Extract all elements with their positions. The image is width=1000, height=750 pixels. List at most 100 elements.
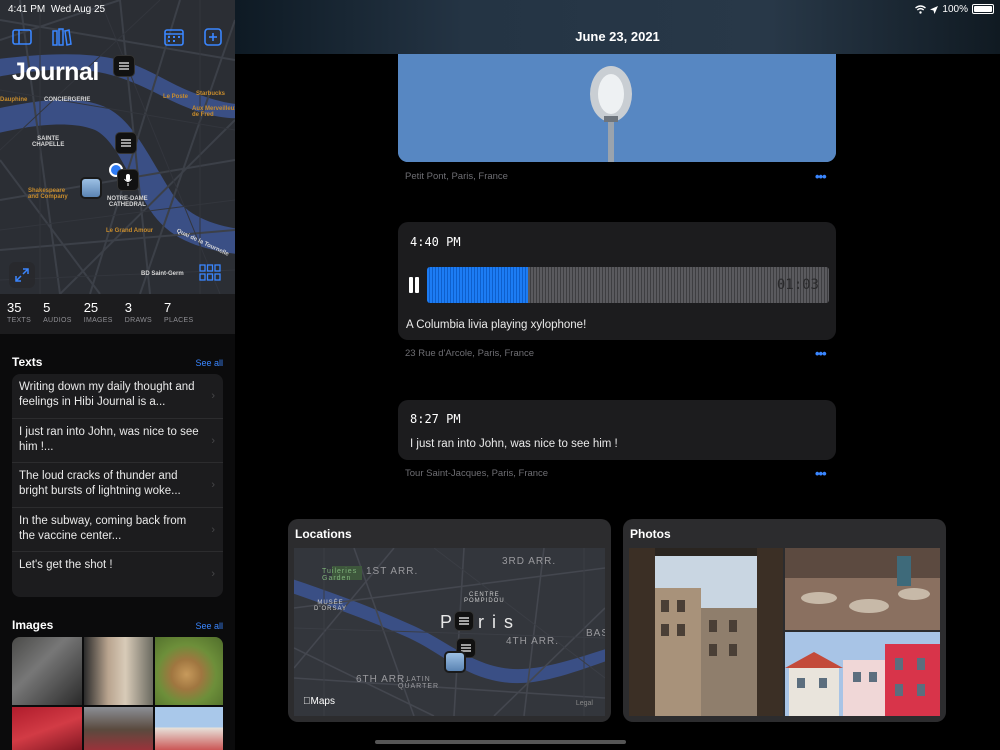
map-legal-link[interactable]: Legal xyxy=(576,700,593,707)
date-title: June 23, 2021 xyxy=(575,29,660,44)
photo-entry-card[interactable] xyxy=(398,54,836,162)
entry-time: 8:27 PM xyxy=(410,412,461,426)
entry-text: I just ran into John, was nice to see hi… xyxy=(410,438,618,450)
map-label: CONCIERGERIE xyxy=(44,97,91,103)
microphone-pin-icon[interactable] xyxy=(117,169,139,191)
image-thumbnail[interactable] xyxy=(84,637,153,705)
chevron-right-icon: › xyxy=(211,568,215,580)
map-label: SAINTE CHAPELLE xyxy=(32,136,65,148)
chevron-right-icon: › xyxy=(211,390,215,402)
map-label: Dauphine xyxy=(0,97,28,103)
expand-icon xyxy=(15,268,29,282)
texts-section-header: Texts See all xyxy=(12,355,223,369)
map-label: 3RD ARR. xyxy=(502,556,557,567)
stat-texts[interactable]: 35 TEXTS xyxy=(7,294,31,334)
map-label: MUSÉE D'ORSAY xyxy=(314,600,348,612)
list-item[interactable]: Writing down my daily thought and feelin… xyxy=(12,374,223,419)
map-label: CENTRE POMPIDOU xyxy=(464,592,505,604)
images-section-title: Images xyxy=(12,618,54,632)
texts-list: Writing down my daily thought and feelin… xyxy=(12,374,223,597)
pause-icon[interactable] xyxy=(408,277,420,293)
wifi-icon xyxy=(915,5,927,14)
sidebar-map[interactable]: CONCIERGERIE SAINTE CHAPELLE NOTRE-DAME … xyxy=(0,0,235,294)
photo-pin-icon[interactable] xyxy=(444,651,466,673)
images-see-all-link[interactable]: See all xyxy=(195,621,223,631)
map-label: Starbucks xyxy=(196,91,226,97)
text-entry-card[interactable]: 8:27 PM I just ran into John, was nice t… xyxy=(398,400,836,460)
status-bar: 4:41 PM Wed Aug 25 100% xyxy=(0,0,1000,18)
audio-duration: 01:03 xyxy=(776,277,819,293)
map-label: Tuileries Garden xyxy=(322,568,358,582)
texts-see-all-link[interactable]: See all xyxy=(195,358,223,368)
more-options-button[interactable]: ••• xyxy=(815,169,827,184)
locations-widget-title: Locations xyxy=(295,527,352,541)
map-label: Le Poste xyxy=(163,94,189,100)
stat-audios[interactable]: 5 AUDIOS xyxy=(43,294,72,334)
more-options-button[interactable]: ••• xyxy=(815,466,827,481)
chevron-right-icon: › xyxy=(211,434,215,447)
status-time: 4:41 PM Wed Aug 25 xyxy=(8,4,106,15)
map-city-label: Paris xyxy=(440,612,522,632)
expand-map-button[interactable] xyxy=(9,262,35,288)
map-label: 4TH ARR. xyxy=(506,636,560,647)
street-lamp-photo xyxy=(398,54,836,162)
image-thumbnail[interactable] xyxy=(84,707,153,750)
entry-time: 4:40 PM xyxy=(410,235,461,249)
text-pin-icon[interactable] xyxy=(115,132,137,154)
status-indicators: 100% xyxy=(915,4,968,15)
map-label: 1ST ARR. xyxy=(366,566,419,577)
audio-caption: A Columbia livia playing xylophone! xyxy=(406,319,587,331)
battery-percent: 100% xyxy=(942,4,968,15)
map-label: BAS xyxy=(586,628,605,639)
locations-widget[interactable]: Locations 1ST ARR. 3RD ARR. 4TH ARR. 6TH… xyxy=(288,519,611,722)
stat-places[interactable]: 7 PLACES xyxy=(164,294,193,334)
stats-bar: 35 TEXTS 5 AUDIOS 25 IMAGES 3 DRAWS 7 PLACES xyxy=(0,294,235,334)
calendar-icon[interactable] xyxy=(164,28,184,46)
photos-collage xyxy=(629,548,940,716)
library-icon[interactable] xyxy=(52,28,72,46)
texts-section-title: Texts xyxy=(12,355,43,369)
apple-maps-brand: Maps xyxy=(303,696,335,707)
map-label: Aux Merveilleux de Fred xyxy=(192,106,235,118)
list-item[interactable]: I just ran into John, was nice to see hi… xyxy=(12,419,223,463)
map-label: BD Saint-Germ xyxy=(141,271,184,277)
sidebar: CONCIERGERIE SAINTE CHAPELLE NOTRE-DAME … xyxy=(0,0,235,750)
more-options-button[interactable]: ••• xyxy=(815,346,827,361)
stat-draws[interactable]: 3 DRAWS xyxy=(125,294,152,334)
photo-pin-icon[interactable] xyxy=(80,177,102,199)
photos-grid xyxy=(629,548,940,716)
image-thumbnail[interactable] xyxy=(12,637,82,705)
add-entry-icon[interactable] xyxy=(204,28,224,46)
list-item[interactable]: The loud cracks of thunder and bright bu… xyxy=(12,463,223,508)
map-label: LATIN QUARTER xyxy=(398,676,440,690)
entry-location: 23 Rue d'Arcole, Paris, France xyxy=(405,348,535,359)
grid-view-icon[interactable] xyxy=(199,264,221,282)
text-pin-icon[interactable] xyxy=(454,611,474,631)
map-label: Le Grand Amour xyxy=(106,228,154,234)
sidebar-toggle-icon[interactable] xyxy=(12,28,32,46)
map-label: NOTRE-DAME CATHEDRAL xyxy=(107,196,148,208)
photos-widget-title: Photos xyxy=(630,527,671,541)
images-section-header: Images See all xyxy=(12,618,223,632)
text-pin-icon[interactable] xyxy=(113,55,135,77)
image-thumbnail[interactable] xyxy=(155,637,223,705)
stat-images[interactable]: 25 IMAGES xyxy=(84,294,113,334)
entry-location: Tour Saint-Jacques, Paris, France xyxy=(405,468,549,479)
images-grid xyxy=(12,637,223,750)
map-label: Shakespeare and Company xyxy=(28,188,68,200)
home-indicator[interactable] xyxy=(375,740,626,744)
image-thumbnail[interactable] xyxy=(155,707,223,750)
locations-map[interactable]: 1ST ARR. 3RD ARR. 4TH ARR. 6TH ARR. LATI… xyxy=(294,548,605,716)
location-arrow-icon xyxy=(930,5,939,14)
entry-location: Petit Pont, Paris, France xyxy=(405,171,508,182)
battery-icon xyxy=(972,4,994,14)
list-item[interactable]: Let's get the shot ! › xyxy=(12,552,223,597)
photos-widget[interactable]: Photos xyxy=(623,519,946,722)
chevron-right-icon: › xyxy=(211,479,215,491)
waveform-played xyxy=(427,267,528,303)
chevron-right-icon: › xyxy=(211,523,215,536)
journal-title: Journal xyxy=(12,58,99,86)
image-thumbnail[interactable] xyxy=(12,707,82,750)
list-item[interactable]: In the subway, coming back from the vacc… xyxy=(12,508,223,552)
audio-waveform[interactable]: 01:03 xyxy=(427,267,829,303)
